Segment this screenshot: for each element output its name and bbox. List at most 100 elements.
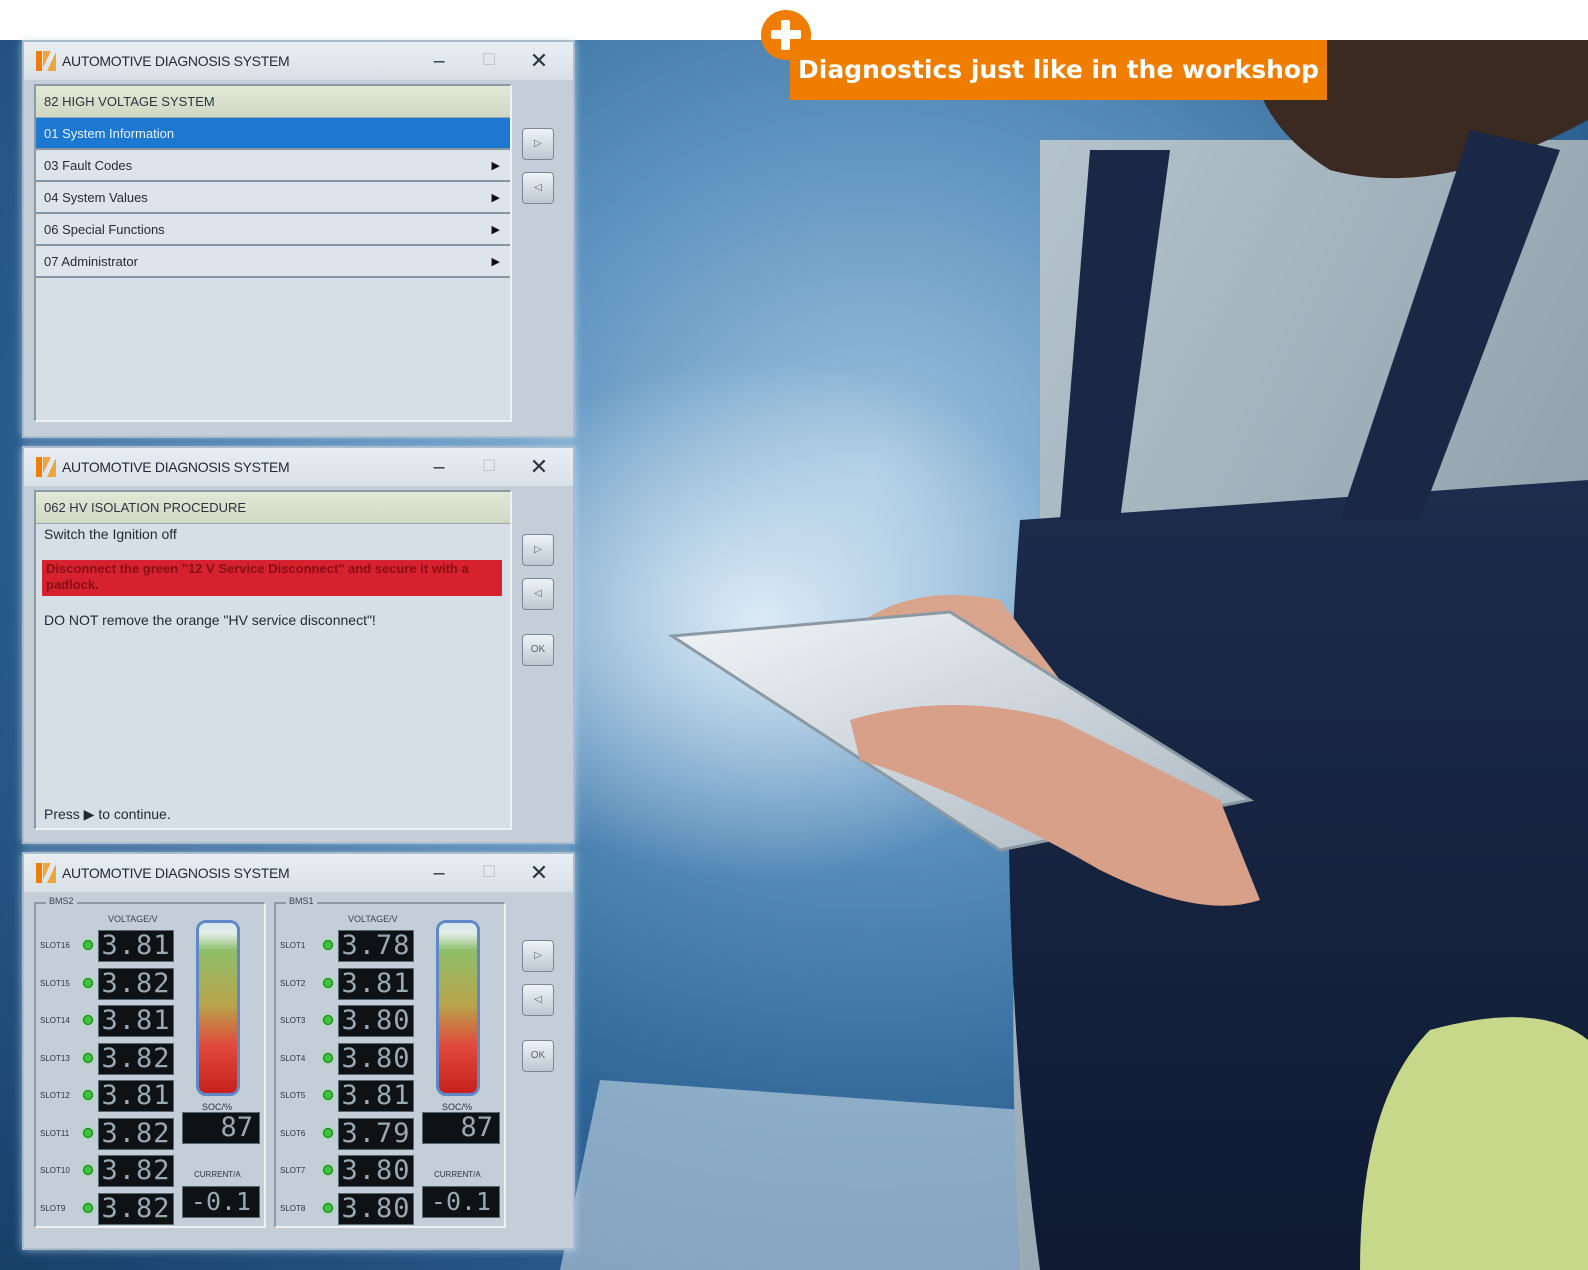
slot-label: SLOT8 bbox=[280, 1203, 306, 1213]
slot-label: SLOT11 bbox=[40, 1128, 70, 1138]
soc-label: SOC/% bbox=[202, 1102, 233, 1112]
status-led-icon bbox=[323, 940, 333, 950]
status-led-icon bbox=[323, 1165, 333, 1175]
maximize-button[interactable]: ☐ bbox=[474, 452, 504, 482]
app-logo-icon bbox=[36, 51, 56, 71]
slot-label: SLOT7 bbox=[280, 1166, 306, 1175]
menu-item-special-functions[interactable]: 06 Special Functions ▶ bbox=[36, 214, 510, 246]
menu-item-label: 01 System Information bbox=[44, 126, 175, 141]
slot-label: SLOT4 bbox=[280, 1053, 306, 1063]
slot-label: SLOT14 bbox=[40, 1016, 70, 1025]
menu-pane: 82 HIGH VOLTAGE SYSTEM 01 System Informa… bbox=[34, 84, 512, 422]
slot-label: SLOT13 bbox=[40, 1053, 70, 1063]
procedure-warning: Disconnect the green "12 V Service Disco… bbox=[42, 560, 502, 596]
voltage-readout: 3.79 bbox=[338, 1117, 414, 1150]
voltage-readout: 3.78 bbox=[338, 930, 414, 962]
menu-item-fault-codes[interactable]: 03 Fault Codes ▶ bbox=[36, 150, 510, 182]
slot-label: SLOT6 bbox=[280, 1128, 306, 1138]
status-led-icon bbox=[323, 1052, 333, 1063]
current-label: CURRENT/A bbox=[434, 1170, 481, 1179]
soc-readout: 87 bbox=[182, 1112, 260, 1144]
voltage-readout: 3.82 bbox=[98, 1042, 174, 1075]
forward-button[interactable]: ▷ bbox=[522, 534, 554, 566]
forward-button[interactable]: ▷ bbox=[522, 128, 554, 160]
procedure-window: AUTOMOTIVE DIAGNOSIS SYSTEM – ☐ ✕ 062 HV… bbox=[22, 446, 575, 844]
status-led-icon bbox=[83, 1202, 93, 1213]
minimize-button[interactable]: – bbox=[424, 452, 454, 482]
back-button[interactable]: ◁ bbox=[522, 578, 554, 610]
voltage-readout: 3.80 bbox=[338, 1042, 414, 1075]
ok-button[interactable]: OK bbox=[522, 634, 554, 666]
close-button[interactable]: ✕ bbox=[524, 858, 554, 888]
procedure-caution: DO NOT remove the orange "HV service dis… bbox=[44, 612, 376, 628]
status-led-icon bbox=[83, 1127, 93, 1138]
menu-item-system-values[interactable]: 04 System Values ▶ bbox=[36, 182, 510, 214]
voltage-readout: 3.80 bbox=[338, 1005, 414, 1037]
maximize-button[interactable]: ☐ bbox=[474, 46, 504, 76]
procedure-pane: 062 HV ISOLATION PROCEDURE Switch the Ig… bbox=[34, 490, 512, 830]
submenu-arrow-icon: ▶ bbox=[491, 192, 500, 204]
voltage-readout: 3.81 bbox=[338, 967, 414, 1000]
bms-name: BMS1 bbox=[286, 896, 317, 906]
voltage-label: VOLTAGE/V bbox=[108, 914, 158, 924]
soc-readout: 87 bbox=[422, 1112, 500, 1144]
app-logo-icon bbox=[36, 457, 56, 477]
voltage-readout: 3.80 bbox=[338, 1155, 414, 1187]
voltage-readout: 3.81 bbox=[98, 1080, 174, 1112]
back-button[interactable]: ◁ bbox=[522, 984, 554, 1016]
procedure-step-ignition: Switch the Ignition off bbox=[44, 526, 177, 542]
voltage-readout: 3.82 bbox=[98, 967, 174, 1000]
ok-button[interactable]: OK bbox=[522, 1040, 554, 1072]
bms2-group: BMS2 VOLTAGE/V SLOT16 3.81 SLOT15 3.82 SLOT14 3… bbox=[34, 896, 266, 1228]
submenu-arrow-icon: ▶ bbox=[491, 160, 500, 172]
bms-panel: BMS2 VOLTAGE/V SLOT16 3.81 SLOT15 3.82 SLOT14 3… bbox=[24, 892, 577, 1250]
status-led-icon bbox=[83, 1015, 93, 1025]
procedure-continue-hint: Press ▶ to continue. bbox=[44, 806, 171, 822]
menu-item-label: 07 Administrator bbox=[44, 254, 138, 269]
voltage-readout: 3.82 bbox=[98, 1117, 174, 1150]
close-button[interactable]: ✕ bbox=[524, 46, 554, 76]
window-titlebar: AUTOMOTIVE DIAGNOSIS SYSTEM – ☐ ✕ bbox=[24, 42, 573, 80]
menu-item-label: 03 Fault Codes bbox=[44, 158, 133, 173]
window-title: AUTOMOTIVE DIAGNOSIS SYSTEM bbox=[62, 459, 290, 475]
voltage-readout: 3.81 bbox=[98, 1005, 174, 1037]
slot-label: SLOT12 bbox=[40, 1091, 70, 1100]
menu-item-system-information[interactable]: 01 System Information bbox=[36, 118, 510, 150]
close-button[interactable]: ✕ bbox=[524, 452, 554, 482]
menu-item-label: 04 System Values bbox=[44, 190, 148, 205]
back-button[interactable]: ◁ bbox=[522, 172, 554, 204]
voltage-readout: 3.82 bbox=[98, 1192, 174, 1225]
maximize-button[interactable]: ☐ bbox=[474, 858, 504, 888]
status-led-icon bbox=[83, 1165, 93, 1175]
app-logo-icon bbox=[36, 863, 56, 883]
status-led-icon bbox=[83, 1052, 93, 1063]
status-led-icon bbox=[323, 977, 333, 988]
minimize-button[interactable]: – bbox=[424, 858, 454, 888]
voltage-readout: 3.81 bbox=[338, 1080, 414, 1112]
promo-banner: Diagnostics just like in the workshop bbox=[790, 40, 1327, 100]
minimize-button[interactable]: – bbox=[424, 46, 454, 76]
current-readout: -0.1 bbox=[182, 1186, 260, 1218]
slot-label: SLOT10 bbox=[40, 1166, 70, 1175]
soc-label: SOC/% bbox=[442, 1102, 473, 1112]
slot-label: SLOT3 bbox=[280, 1016, 306, 1025]
submenu-arrow-icon: ▶ bbox=[491, 256, 500, 268]
forward-button[interactable]: ▷ bbox=[522, 940, 554, 972]
current-label: CURRENT/A bbox=[194, 1170, 241, 1179]
voltage-readout: 3.81 bbox=[98, 930, 174, 962]
slot-label: SLOT16 bbox=[40, 941, 70, 950]
slot-label: SLOT9 bbox=[40, 1203, 66, 1213]
submenu-arrow-icon: ▶ bbox=[491, 224, 500, 236]
voltage-label: VOLTAGE/V bbox=[348, 914, 398, 924]
window-titlebar: AUTOMOTIVE DIAGNOSIS SYSTEM – ☐ ✕ bbox=[24, 854, 573, 892]
slot-label: SLOT2 bbox=[280, 978, 306, 988]
bms1-group: BMS1 VOLTAGE/V SLOT1 3.78 SLOT2 3.81 SLOT3 3.80… bbox=[274, 896, 506, 1228]
slot-label: SLOT1 bbox=[280, 941, 306, 950]
window-titlebar: AUTOMOTIVE DIAGNOSIS SYSTEM – ☐ ✕ bbox=[24, 448, 573, 486]
menu-item-administrator[interactable]: 07 Administrator ▶ bbox=[36, 246, 510, 278]
menu-item-label: 06 Special Functions bbox=[44, 222, 165, 237]
slot-label: SLOT5 bbox=[280, 1091, 306, 1100]
menu-header: 82 HIGH VOLTAGE SYSTEM bbox=[36, 86, 510, 118]
menu-window: AUTOMOTIVE DIAGNOSIS SYSTEM – ☐ ✕ 82 HIG… bbox=[22, 40, 575, 438]
soc-gauge bbox=[196, 920, 240, 1096]
